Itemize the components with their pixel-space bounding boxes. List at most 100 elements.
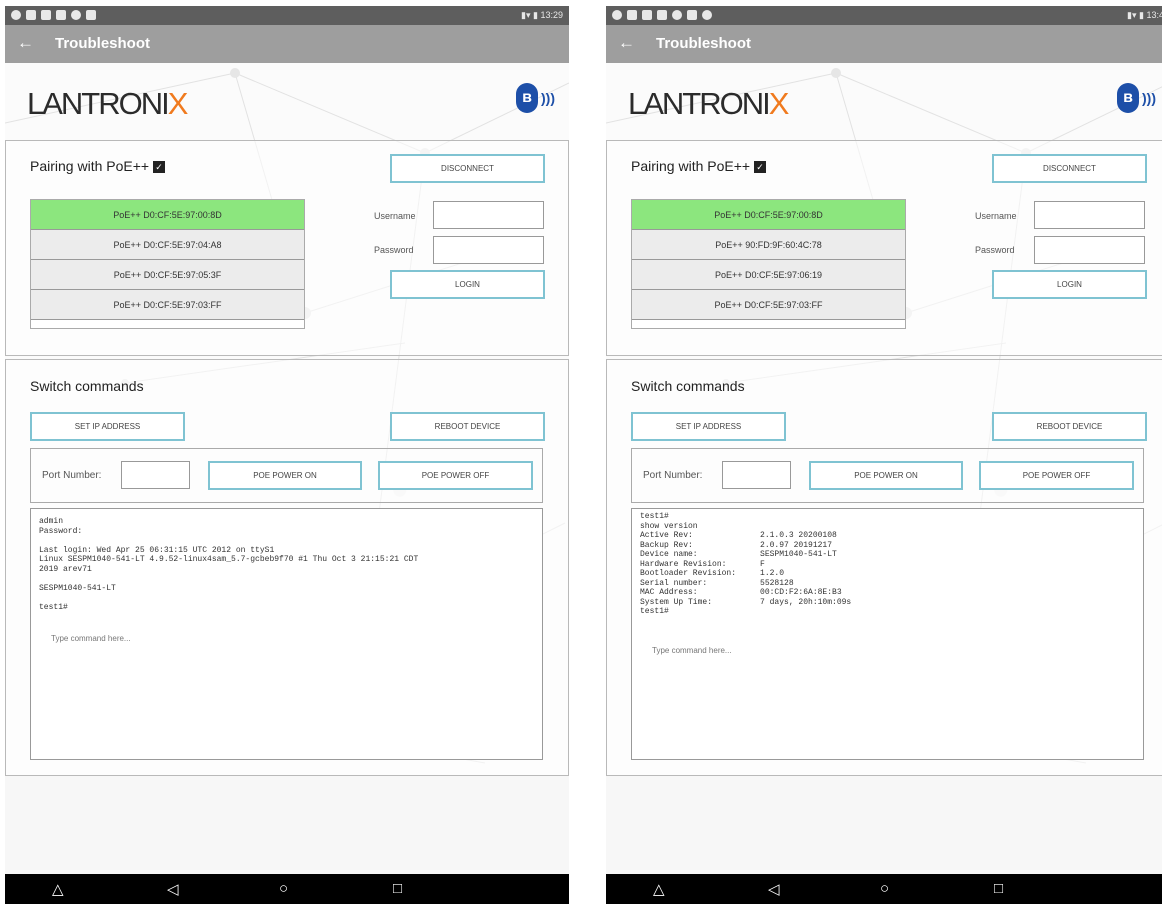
phone-screen-left: ▮▾ ▮ 13:29 ← Troubleshoot LANTRONIX ʙ)))… [5,6,569,904]
signal-waves-icon: ))) [1142,90,1156,106]
recents-icon[interactable]: □ [393,880,402,897]
disconnect-button[interactable]: DISCONNECT [992,154,1147,183]
navigation-bar: △ ◁ ○ □ [606,874,1162,904]
notification-icon [56,10,66,20]
device-list-item[interactable]: PoE++ D0:CF:5E:97:06:19 [632,260,905,290]
logo-text: LANTRONI [628,86,771,121]
switch-title: Switch commands [631,378,745,394]
notification-icon [71,10,81,20]
device-list-item[interactable]: PoE++ D0:CF:5E:97:03:FF [632,290,905,320]
device-list: PoE++ D0:CF:5E:97:00:8D PoE++ D0:CF:5E:9… [30,199,305,329]
pairing-title-text: Pairing with PoE++ [30,158,150,174]
password-label: Password [975,245,1015,255]
recents-icon[interactable]: □ [994,880,1003,897]
back-icon[interactable]: ◁ [167,880,179,898]
notification-icon [86,10,96,20]
password-label: Password [374,245,414,255]
poe-power-off-button[interactable]: POE POWER OFF [979,461,1134,490]
pairing-section: Pairing with PoE++ ✓ DISCONNECT PoE++ D0:… [606,140,1162,356]
terminal-output: test1# show version Active Rev: 2.1.0.3 … [631,508,1144,760]
switch-commands-section: Switch commands SET IP ADDRESS REBOOT DE… [606,359,1162,776]
bluetooth-status: ʙ))) [516,83,555,113]
terminal-text: test1# show version Active Rev: 2.1.0.3 … [640,512,852,616]
terminal-text: admin Password: Last login: Wed Apr 25 0… [39,517,419,612]
pairing-section: Pairing with PoE++ ✓ DISCONNECT PoE++ D0:… [5,140,569,356]
notification-icon [672,10,682,20]
device-list-item[interactable]: PoE++ D0:CF:5E:97:03:FF [31,290,304,320]
app-bar: ← Troubleshoot [606,25,1162,63]
content-area: LANTRONIX ʙ))) Pairing with PoE++ ✓ DISCO… [606,63,1162,776]
notification-icon [41,10,51,20]
disconnect-button[interactable]: DISCONNECT [390,154,545,183]
login-button[interactable]: LOGIN [390,270,545,299]
poe-power-off-button[interactable]: POE POWER OFF [378,461,533,490]
status-bar: ▮▾ ▮ 13:29 [5,6,569,25]
home-triangle-icon[interactable]: △ [653,880,665,898]
notification-icon [642,10,652,20]
command-input[interactable]: Type command here... [652,646,732,655]
notification-icon [627,10,637,20]
device-list-item[interactable]: PoE++ D0:CF:5E:97:00:8D [31,200,304,230]
app-bar: ← Troubleshoot [5,25,569,63]
set-ip-address-button[interactable]: SET IP ADDRESS [631,412,786,441]
notification-icon [657,10,667,20]
home-icon[interactable]: ○ [279,880,288,897]
device-list-item[interactable]: PoE++ D0:CF:5E:97:05:3F [31,260,304,290]
notification-icon [687,10,697,20]
back-arrow-icon[interactable]: ← [618,33,635,53]
port-number-label: Port Number: [42,470,102,481]
poe-power-on-button[interactable]: POE POWER ON [208,461,362,490]
status-time: 13:4 [1146,10,1162,20]
pairing-checkbox[interactable]: ✓ [754,161,767,173]
pairing-title: Pairing with PoE++ ✓ [631,158,767,174]
device-list-item[interactable]: PoE++ 90:FD:9F:60:4C:78 [632,230,905,260]
lantronix-logo: LANTRONIX [27,86,189,122]
lantronix-logo: LANTRONIX [628,86,790,122]
terminal-output: admin Password: Last login: Wed Apr 25 0… [30,508,543,760]
notification-icon [702,10,712,20]
username-field[interactable] [1034,201,1145,229]
command-input[interactable]: Type command here... [51,634,131,643]
port-number-label: Port Number: [643,470,703,481]
reboot-device-button[interactable]: REBOOT DEVICE [992,412,1147,441]
port-number-field[interactable] [722,461,791,489]
notification-icon [26,10,36,20]
set-ip-address-button[interactable]: SET IP ADDRESS [30,412,185,441]
pairing-title-text: Pairing with PoE++ [631,158,751,174]
poe-power-on-button[interactable]: POE POWER ON [809,461,963,490]
logo-accent: X [768,86,790,121]
bluetooth-icon: ʙ [516,83,538,113]
status-bar: ▮▾ ▮ 13:4 [606,6,1162,25]
port-number-field[interactable] [121,461,190,489]
home-icon[interactable]: ○ [880,880,889,897]
pairing-checkbox[interactable]: ✓ [153,161,166,173]
switch-title: Switch commands [30,378,144,394]
login-button[interactable]: LOGIN [992,270,1147,299]
battery-icon: ▮▾ ▮ [1127,10,1147,20]
reboot-device-button[interactable]: REBOOT DEVICE [390,412,545,441]
battery-icon: ▮▾ ▮ [521,10,541,20]
bluetooth-icon: ʙ [1117,83,1139,113]
logo-accent: X [167,86,189,121]
phone-screen-right: ▮▾ ▮ 13:4 ← Troubleshoot LANTRONIX ʙ))) … [606,6,1162,904]
password-field[interactable] [1034,236,1145,264]
back-icon[interactable]: ◁ [768,880,780,898]
navigation-bar: △ ◁ ○ □ [5,874,569,904]
back-arrow-icon[interactable]: ← [17,33,34,53]
bluetooth-status: ʙ))) [1117,83,1156,113]
device-list: PoE++ D0:CF:5E:97:00:8D PoE++ 90:FD:9F:6… [631,199,906,329]
switch-commands-section: Switch commands SET IP ADDRESS REBOOT DE… [5,359,569,776]
notification-icon [11,10,21,20]
device-list-item[interactable]: PoE++ D0:CF:5E:97:00:8D [632,200,905,230]
password-field[interactable] [433,236,544,264]
content-area: LANTRONIX ʙ))) Pairing with PoE++ ✓ DISCO… [5,63,569,776]
pairing-title: Pairing with PoE++ ✓ [30,158,166,174]
port-control-box: Port Number: POE POWER ON POE POWER OFF [631,448,1144,503]
username-field[interactable] [433,201,544,229]
app-title: Troubleshoot [55,35,150,52]
device-list-item[interactable]: PoE++ D0:CF:5E:97:04:A8 [31,230,304,260]
home-triangle-icon[interactable]: △ [52,880,64,898]
username-label: Username [975,211,1017,221]
signal-waves-icon: ))) [541,90,555,106]
port-control-box: Port Number: POE POWER ON POE POWER OFF [30,448,543,503]
